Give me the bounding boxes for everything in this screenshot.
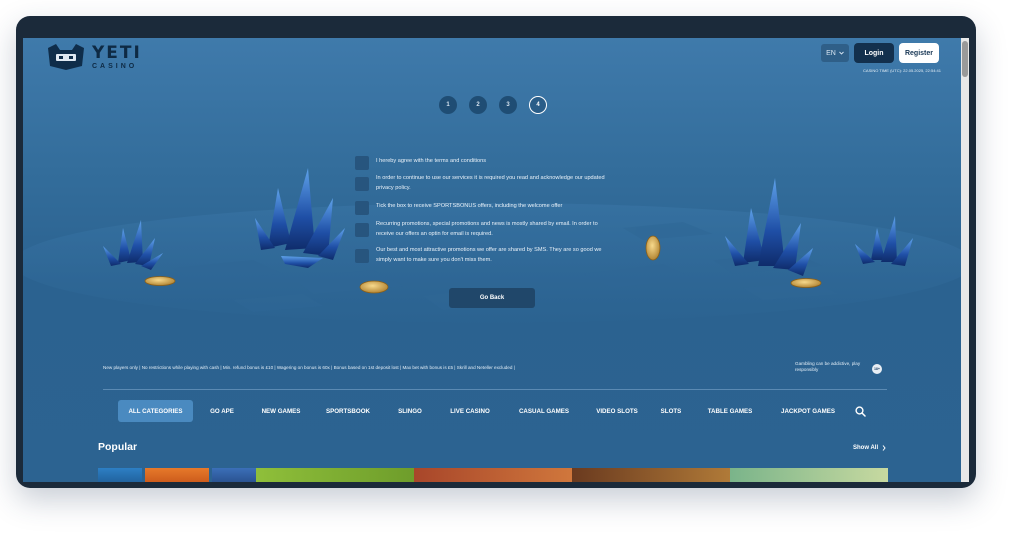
go-back-button[interactable]: Go Back [449, 288, 535, 308]
page-viewport: YETI CASINO EN Login Register CASINO TIM… [23, 38, 961, 482]
game-thumbnail[interactable] [730, 468, 888, 482]
terms-checkbox[interactable] [355, 156, 369, 170]
category-slots[interactable]: SLOTS [651, 400, 691, 422]
consent-sportsbonus: Tick the box to receive SPORTSBONUS offe… [355, 200, 617, 215]
game-thumbnail[interactable] [98, 468, 142, 482]
logo-subtitle: CASINO [92, 62, 138, 70]
bonus-disclaimer: New players only | No restrictions while… [103, 365, 515, 370]
show-all-label: Show All [853, 445, 879, 451]
show-all-link[interactable]: Show All [853, 445, 886, 451]
category-all-categories[interactable]: ALL CATEGORIES [118, 400, 193, 422]
game-thumbnail[interactable] [256, 468, 414, 482]
category-jackpot-games[interactable]: JACKPOT GAMES [769, 400, 847, 422]
sportsbonus-checkbox[interactable] [355, 201, 369, 215]
consent-label: In order to continue to use our services… [376, 175, 605, 191]
category-new-games[interactable]: NEW GAMES [251, 400, 311, 422]
game-thumbnail[interactable] [212, 468, 256, 482]
privacy-checkbox[interactable] [355, 177, 369, 191]
responsible-gambling-note: Gambling can be addictive, play responsi… [795, 361, 861, 372]
game-thumbnail[interactable] [145, 468, 209, 482]
language-selector[interactable]: EN [821, 44, 849, 62]
step-4[interactable]: 4 [529, 96, 547, 114]
consent-terms: I hereby agree with the terms and condit… [355, 155, 617, 170]
age-restriction-badge: 18+ [872, 364, 882, 374]
category-casual-games[interactable]: CASUAL GAMES [505, 400, 583, 422]
login-button[interactable]: Login [854, 43, 894, 63]
category-slingo[interactable]: SLINGO [385, 400, 435, 422]
consent-label: I hereby agree with the terms and condit… [376, 158, 487, 164]
popular-section-title: Popular [98, 441, 138, 453]
device-frame: YETI CASINO EN Login Register CASINO TIM… [16, 16, 976, 488]
logo-name: YETI [92, 42, 142, 63]
casino-time: CASINO TIME (UTC): 22.05.2025, 22:54:41 [863, 68, 941, 73]
search-icon[interactable] [855, 406, 866, 417]
chevron-right-icon [882, 445, 886, 451]
language-label: EN [826, 49, 836, 57]
chevron-down-icon [839, 51, 844, 55]
consent-list: I hereby agree with the terms and condit… [355, 155, 617, 267]
category-live-casino[interactable]: LIVE CASINO [435, 400, 505, 422]
email-checkbox[interactable] [355, 223, 369, 237]
section-divider [103, 389, 887, 390]
scrollbar-thumb[interactable] [962, 41, 968, 77]
consent-label: Tick the box to receive SPORTSBONUS offe… [376, 203, 563, 209]
step-3[interactable]: 3 [499, 96, 517, 114]
consent-label: Our best and most attractive promotions … [376, 247, 602, 263]
category-table-games[interactable]: TABLE GAMES [691, 400, 769, 422]
category-sportsbook[interactable]: SPORTSBOOK [311, 400, 385, 422]
vertical-scrollbar[interactable] [961, 38, 969, 482]
yeti-logo-icon [48, 44, 84, 70]
consent-privacy: In order to continue to use our services… [355, 174, 617, 195]
game-thumbnail[interactable] [414, 468, 572, 482]
step-1[interactable]: 1 [439, 96, 457, 114]
category-nav: ALL CATEGORIES GO APE NEW GAMES SPORTSBO… [118, 400, 847, 422]
step-2[interactable]: 2 [469, 96, 487, 114]
sms-checkbox[interactable] [355, 249, 369, 263]
registration-stepper: 1 2 3 4 [439, 96, 547, 114]
game-thumbnail[interactable] [572, 468, 730, 482]
yeti-casino-logo[interactable]: YETI CASINO [46, 44, 142, 70]
consent-sms: Our best and most attractive promotions … [355, 246, 617, 267]
category-go-ape[interactable]: GO APE [193, 400, 251, 422]
register-button[interactable]: Register [899, 43, 939, 63]
consent-label: Recurring promotions, special promotions… [376, 221, 598, 237]
category-video-slots[interactable]: VIDEO SLOTS [583, 400, 651, 422]
consent-email: Recurring promotions, special promotions… [355, 220, 617, 241]
